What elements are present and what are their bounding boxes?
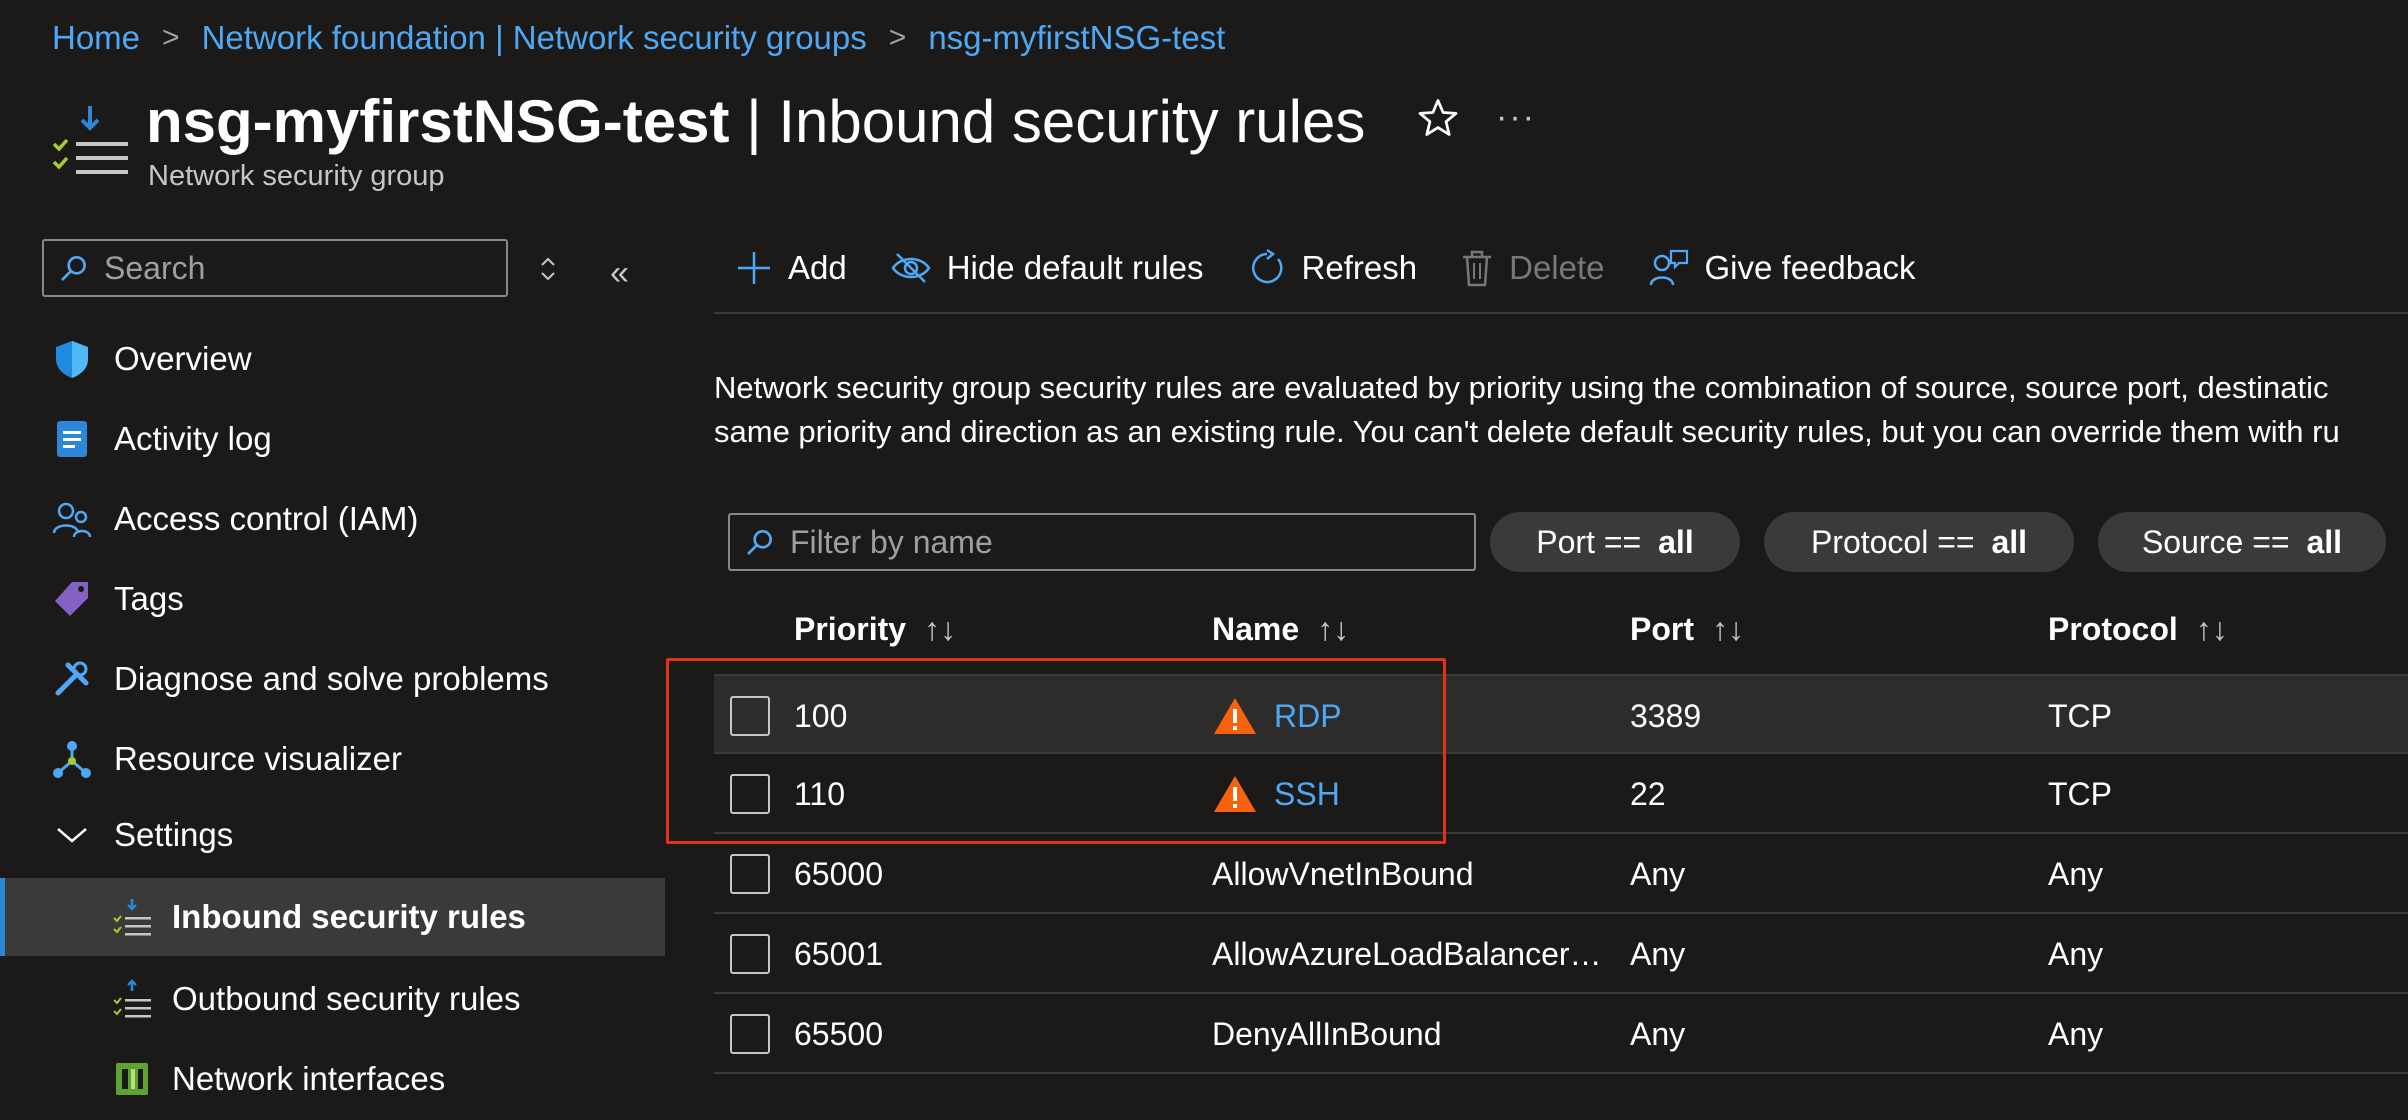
port-cell: 22 <box>1630 775 1666 812</box>
eye-hide-icon <box>891 253 931 283</box>
outbound-rules-icon <box>112 979 152 1019</box>
name-cell: DenyAllInBound <box>1212 1015 1442 1052</box>
protocol-cell: TCP <box>2048 697 2112 734</box>
protocol-cell: Any <box>2048 935 2104 972</box>
port-cell: 3389 <box>1630 697 1702 734</box>
give-feedback-button[interactable]: Give feedback <box>1649 249 1915 287</box>
sidebar-search-input[interactable]: Search <box>42 239 508 297</box>
protocol-cell: Any <box>2048 1015 2104 1052</box>
page-title: nsg-myfirstNSG-test | Inbound security r… <box>146 88 1366 155</box>
visualizer-icon <box>52 739 92 779</box>
tag-icon <box>52 579 92 619</box>
sidebar-item-activity-log[interactable]: Activity log <box>0 400 665 478</box>
breadcrumb-separator-icon: > <box>888 21 907 54</box>
trash-icon <box>1463 250 1492 287</box>
favorite-star-icon[interactable] <box>1416 96 1460 140</box>
priority-cell: 65000 <box>794 855 883 892</box>
add-button[interactable]: Add <box>736 249 847 287</box>
shield-icon <box>52 339 92 379</box>
expand-collapse-icon[interactable] <box>538 254 558 284</box>
sidebar-group-settings[interactable]: Settings <box>0 796 665 874</box>
protocol-cell: Any <box>2048 855 2104 892</box>
column-header-name[interactable]: Name ↑↓ <box>1212 600 1349 658</box>
wrench-icon <box>52 659 92 699</box>
chevron-down-icon <box>52 815 92 855</box>
row-checkbox[interactable] <box>730 934 770 974</box>
more-options-icon[interactable]: ··· <box>1496 98 1536 137</box>
breadcrumb-current[interactable]: nsg-myfirstNSG-test <box>928 19 1225 57</box>
sidebar-item-overview[interactable]: Overview <box>0 320 665 398</box>
inbound-rules-header-icon <box>50 100 130 180</box>
sidebar-item-resource-visualizer[interactable]: Resource visualizer <box>0 720 665 798</box>
name-cell: AllowVnetInBound <box>1212 855 1474 892</box>
rules-description: Network security group security rules ar… <box>714 370 2340 449</box>
sort-icon[interactable]: ↑↓ <box>1317 611 1349 648</box>
refresh-button[interactable]: Refresh <box>1248 249 1417 287</box>
filter-by-name-input[interactable]: Filter by name <box>728 513 1476 571</box>
table-row[interactable]: 65500 DenyAllInBound Any Any <box>714 994 2408 1074</box>
breadcrumb-separator-icon: > <box>162 21 180 54</box>
column-header-protocol[interactable]: Protocol ↑↓ <box>2048 600 2228 658</box>
iam-icon <box>52 499 92 539</box>
row-checkbox[interactable] <box>730 1014 770 1054</box>
sidebar-item-network-interfaces[interactable]: Network interfaces <box>0 1040 665 1118</box>
port-cell: Any <box>1630 935 1686 972</box>
refresh-icon <box>1251 249 1283 284</box>
sort-icon[interactable]: ↑↓ <box>1712 611 1744 648</box>
port-filter-pill[interactable]: Port == all <box>1490 512 1740 572</box>
table-row[interactable]: 65001 AllowAzureLoadBalancerInBound Any … <box>714 914 2408 994</box>
column-header-priority[interactable]: Priority ↑↓ <box>794 600 956 658</box>
feedback-icon <box>1649 249 1688 286</box>
priority-cell: 65500 <box>794 1015 883 1052</box>
search-placeholder: Search <box>104 249 206 286</box>
source-filter-pill[interactable]: Source == all <box>2098 512 2386 572</box>
sidebar-item-access-control[interactable]: Access control (IAM) <box>0 480 665 558</box>
sidebar-item-tags[interactable]: Tags <box>0 560 665 638</box>
search-icon <box>747 530 772 555</box>
page-subtitle: Network security group <box>148 160 445 192</box>
breadcrumb: Home > Network foundation | Network secu… <box>52 14 1225 62</box>
row-checkbox[interactable] <box>730 854 770 894</box>
highlight-annotation-box <box>666 658 1446 844</box>
sort-icon[interactable]: ↑↓ <box>2196 611 2228 648</box>
sidebar-item-inbound-rules[interactable]: Inbound security rules <box>0 878 665 956</box>
port-cell: Any <box>1630 1015 1686 1052</box>
delete-button[interactable]: Delete <box>1461 249 1605 287</box>
name-cell: AllowAzureLoadBalancerInBound <box>1212 936 1602 972</box>
protocol-cell: TCP <box>2048 775 2112 812</box>
activity-log-icon <box>52 419 92 459</box>
table-row[interactable]: 65000 AllowVnetInBound Any Any <box>714 834 2408 914</box>
collapse-sidebar-icon[interactable]: « <box>610 254 629 293</box>
column-header-port[interactable]: Port ↑↓ <box>1630 600 1744 658</box>
port-cell: Any <box>1630 855 1686 892</box>
protocol-filter-pill[interactable]: Protocol == all <box>1764 512 2074 572</box>
priority-cell: 65001 <box>794 935 883 972</box>
sidebar-item-diagnose[interactable]: Diagnose and solve problems <box>0 640 665 718</box>
hide-default-rules-button[interactable]: Hide default rules <box>891 249 1204 287</box>
toolbar-divider <box>714 312 2408 314</box>
sort-icon[interactable]: ↑↓ <box>924 611 956 648</box>
command-bar: Add Hide default rules Refresh Delete Gi… <box>736 240 1959 296</box>
sidebar-item-outbound-rules[interactable]: Outbound security rules <box>0 960 665 1038</box>
inbound-rules-icon <box>112 897 152 937</box>
breadcrumb-home[interactable]: Home <box>52 19 140 57</box>
network-interface-icon <box>112 1059 152 1099</box>
plus-icon <box>738 252 770 284</box>
breadcrumb-parent[interactable]: Network foundation | Network security gr… <box>202 19 867 57</box>
search-icon <box>61 255 86 281</box>
